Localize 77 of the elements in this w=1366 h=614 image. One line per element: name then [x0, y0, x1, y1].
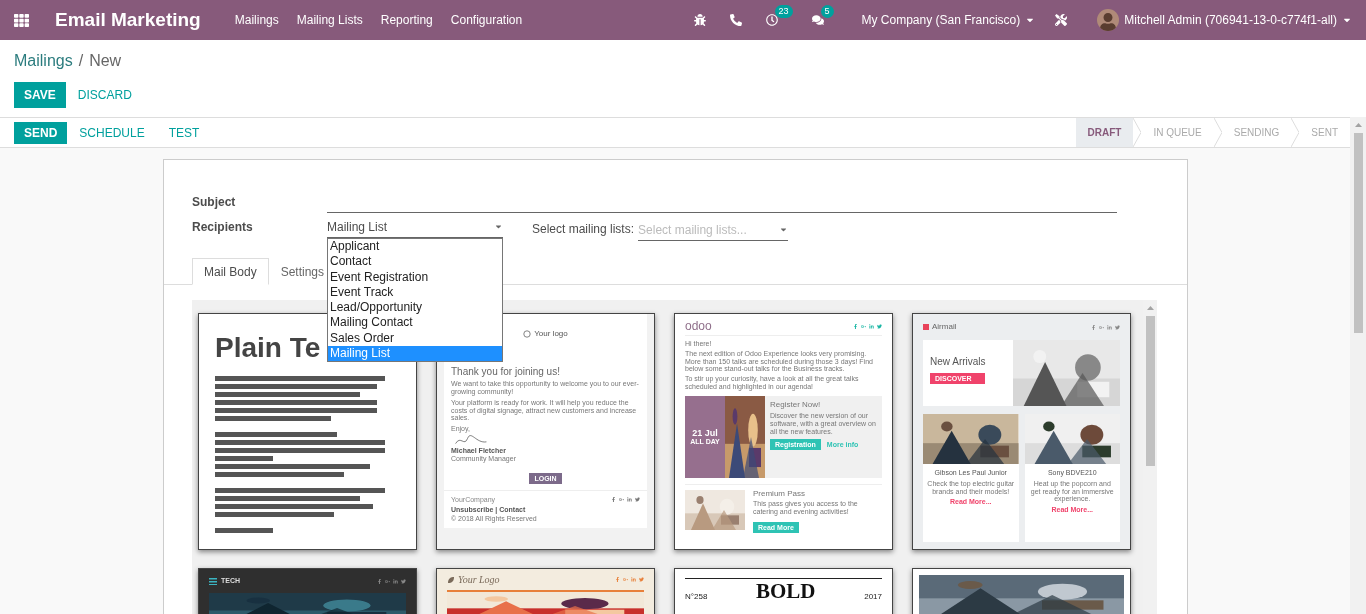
event-date: 21 Jul — [692, 428, 718, 439]
menu-item[interactable]: Mailing Lists — [296, 13, 363, 27]
tab[interactable]: Mail Body — [192, 258, 269, 285]
breadcrumb-current: New — [89, 52, 122, 70]
template-title: Thank you for joining us! — [451, 365, 561, 378]
template-title: Plain Te — [215, 334, 321, 362]
scroll-up-icon — [1146, 306, 1154, 310]
apps-menu-icon[interactable] — [14, 12, 29, 28]
hero-title: New Arrivals — [930, 355, 987, 368]
leaf-icon — [447, 575, 455, 584]
twitter-icon — [639, 577, 644, 583]
linkedin-icon — [1107, 324, 1112, 330]
field-label: Recipients — [192, 220, 254, 236]
send-button[interactable]: SEND — [14, 121, 68, 144]
phone-icon[interactable] — [729, 14, 742, 26]
google-plus-icon — [1099, 324, 1104, 330]
logo-text: Your Logo — [458, 574, 500, 586]
template-thumbnail[interactable] — [912, 313, 1131, 550]
twitter-icon — [877, 323, 882, 329]
action-button[interactable]: TEST — [156, 119, 212, 146]
brand-name: Airmail — [932, 323, 957, 332]
chat-icon[interactable] — [811, 14, 824, 26]
menu-item[interactable]: Reporting — [380, 13, 433, 27]
template-thumbnail[interactable]: Your Logo — [436, 568, 655, 614]
save-button[interactable]: SAVE — [14, 82, 66, 108]
user-avatar — [1097, 9, 1120, 31]
menu-item[interactable]: Configuration — [450, 13, 523, 27]
breadcrumb-separator: / — [78, 52, 84, 70]
bug-icon[interactable] — [693, 14, 706, 26]
pass-title: Premium Pass — [753, 489, 806, 499]
scroll-up-icon — [1354, 123, 1362, 127]
tools-icon[interactable] — [1055, 14, 1068, 26]
stage-step[interactable]: DRAFT — [1075, 118, 1134, 147]
linkedin-icon — [393, 578, 398, 584]
caret-icon — [494, 222, 503, 231]
linkedin-icon — [631, 577, 636, 583]
google-plus-icon — [385, 578, 390, 584]
field-label: Select mailing lists: — [532, 222, 635, 238]
template-thumbnail[interactable]: N°258 BOLD 2017 — [674, 568, 893, 614]
tech-logo-icon — [209, 577, 217, 585]
user-menu[interactable]: Mitchell Admin (706941-13-0-c774f1-all) — [1124, 13, 1337, 27]
facebook-icon — [1091, 324, 1096, 330]
activity-count: 23 — [774, 5, 793, 18]
twitter-icon — [401, 578, 406, 584]
breadcrumb-link[interactable]: Mailings — [14, 52, 73, 70]
issue-year: 2017 — [864, 593, 882, 602]
twitter-icon — [635, 497, 640, 503]
app-title: Email Marketing — [55, 9, 201, 31]
google-plus-icon — [861, 323, 866, 329]
event-title: Register Now! — [770, 400, 822, 410]
brand-icon — [923, 324, 929, 331]
clock-icon[interactable] — [765, 14, 778, 26]
issue-number: N°258 — [685, 593, 708, 602]
scrollbar-thumb[interactable] — [1145, 316, 1155, 466]
twitter-icon — [1115, 324, 1120, 330]
field-label: Subject — [192, 195, 237, 211]
caret-icon — [779, 225, 789, 234]
magazine-title: BOLD — [756, 581, 816, 602]
facebook-icon — [853, 323, 858, 329]
template-thumbnail[interactable] — [436, 313, 655, 550]
discard-button[interactable]: DISCARD — [65, 82, 144, 108]
company-switcher[interactable]: My Company (San Francisco) — [861, 13, 1021, 27]
message-count: 5 — [820, 5, 834, 18]
action-button[interactable]: SCHEDULE — [67, 119, 157, 146]
logo-icon — [523, 330, 532, 339]
linkedin-icon — [627, 497, 632, 503]
scrollbar-thumb[interactable] — [1353, 133, 1363, 333]
linkedin-icon — [869, 323, 874, 329]
dropdown-option[interactable]: Mailing List — [328, 346, 502, 362]
facebook-icon — [377, 578, 382, 584]
facebook-icon — [615, 577, 620, 583]
google-plus-icon — [623, 577, 628, 583]
menu-item[interactable]: Mailings — [234, 13, 279, 27]
logo-text: odoo — [685, 320, 712, 332]
google-plus-icon — [619, 497, 624, 503]
logo-text: Your logo — [534, 330, 568, 339]
facebook-icon — [611, 497, 616, 503]
